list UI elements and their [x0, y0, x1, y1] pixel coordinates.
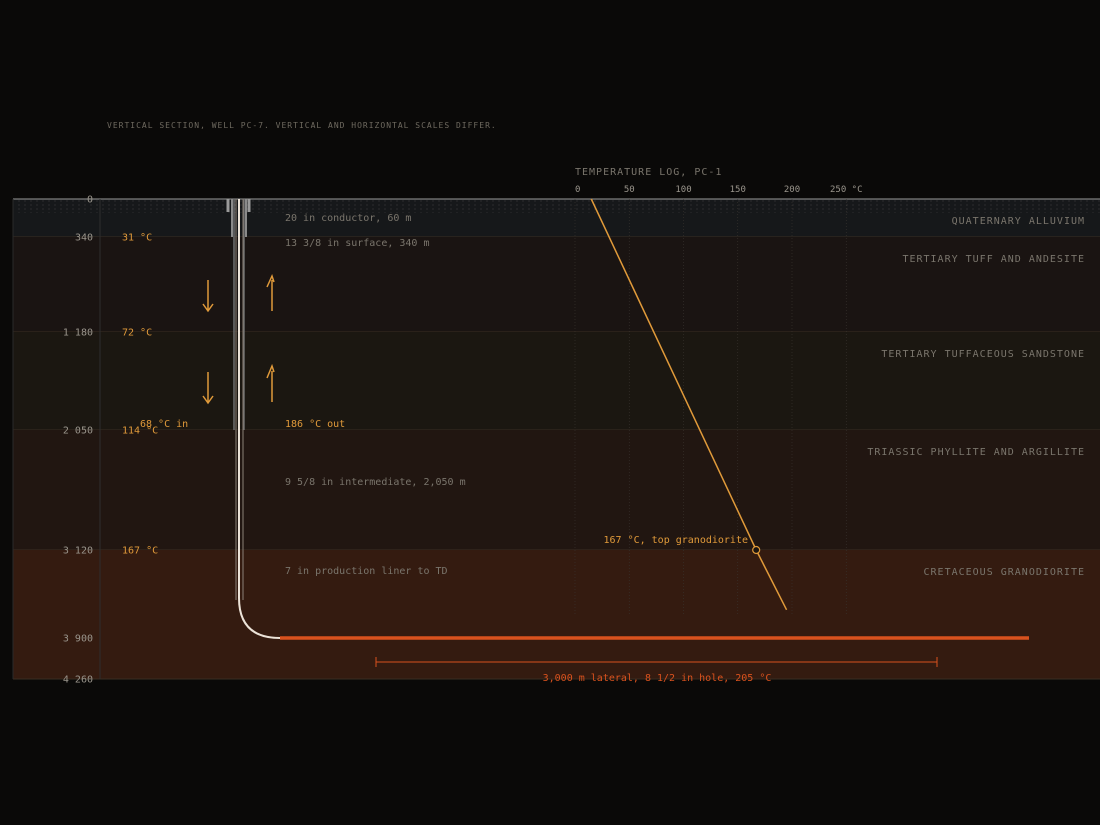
temp-tick-label: 250 °C	[830, 185, 863, 195]
casing-label-surface: 13 3/8 in surface, 340 m	[285, 238, 430, 249]
temp-log-annotation: 167 °C, top granodiorite	[604, 535, 749, 546]
depth-tick-label: 2 050	[63, 426, 93, 437]
layer-name: TRIASSIC PHYLLITE AND ARGILLITE	[867, 447, 1085, 458]
formation-temp-label: 31 °C	[122, 233, 152, 244]
temp-tick-label: 0	[575, 185, 580, 195]
casing-label-production: 7 in production liner to TD	[285, 566, 448, 577]
temp-tick-label: 150	[730, 185, 746, 195]
casing-label-intermediate: 9 5/8 in intermediate, 2,050 m	[285, 477, 466, 488]
casing-label-conductor: 20 in conductor, 60 m	[285, 213, 411, 224]
lateral-label: 3,000 m lateral, 8 1/2 in hole, 205 °C	[543, 673, 772, 684]
temp-tick-label: 50	[624, 185, 635, 195]
depth-tick-label: 0	[87, 195, 93, 206]
layer-name: TERTIARY TUFF AND ANDESITE	[902, 254, 1085, 265]
layer-name: TERTIARY TUFFACEOUS SANDSTONE	[881, 349, 1085, 360]
temp-tick-label: 200	[784, 185, 800, 195]
depth-tick-label: 3 900	[63, 634, 93, 645]
formation-temp-label: 167 °C	[122, 546, 158, 557]
temp-tick-label: 100	[675, 185, 691, 195]
alluvium-texture	[13, 199, 1100, 213]
depth-tick-label: 3 120	[63, 546, 93, 557]
formation-temp-label: 72 °C	[122, 328, 152, 339]
flow-out-label: 186 °C out	[285, 419, 345, 430]
depth-tick-label: 4 260	[63, 675, 93, 686]
strata-layers: QUATERNARY ALLUVIUM TERTIARY TUFF AND AND…	[12, 198, 1100, 680]
depth-tick-label: 1 180	[63, 328, 93, 339]
depth-tick-label: 340	[75, 233, 93, 244]
temp-log-title: TEMPERATURE LOG, PC-1	[575, 167, 722, 178]
layer-band	[13, 332, 1100, 430]
layer-name: CRETACEOUS GRANODIORITE	[924, 567, 1085, 578]
flow-in-label: 68 °C in	[140, 419, 188, 430]
well-section-diagram: QUATERNARY ALLUVIUM TERTIARY TUFF AND AND…	[12, 167, 1100, 686]
layer-band	[13, 237, 1100, 332]
temp-log-ticks: 0 50 100 150 200 250 °C	[575, 185, 863, 195]
layer-name: QUATERNARY ALLUVIUM	[952, 216, 1085, 227]
granodiorite-temp-marker	[752, 545, 761, 555]
